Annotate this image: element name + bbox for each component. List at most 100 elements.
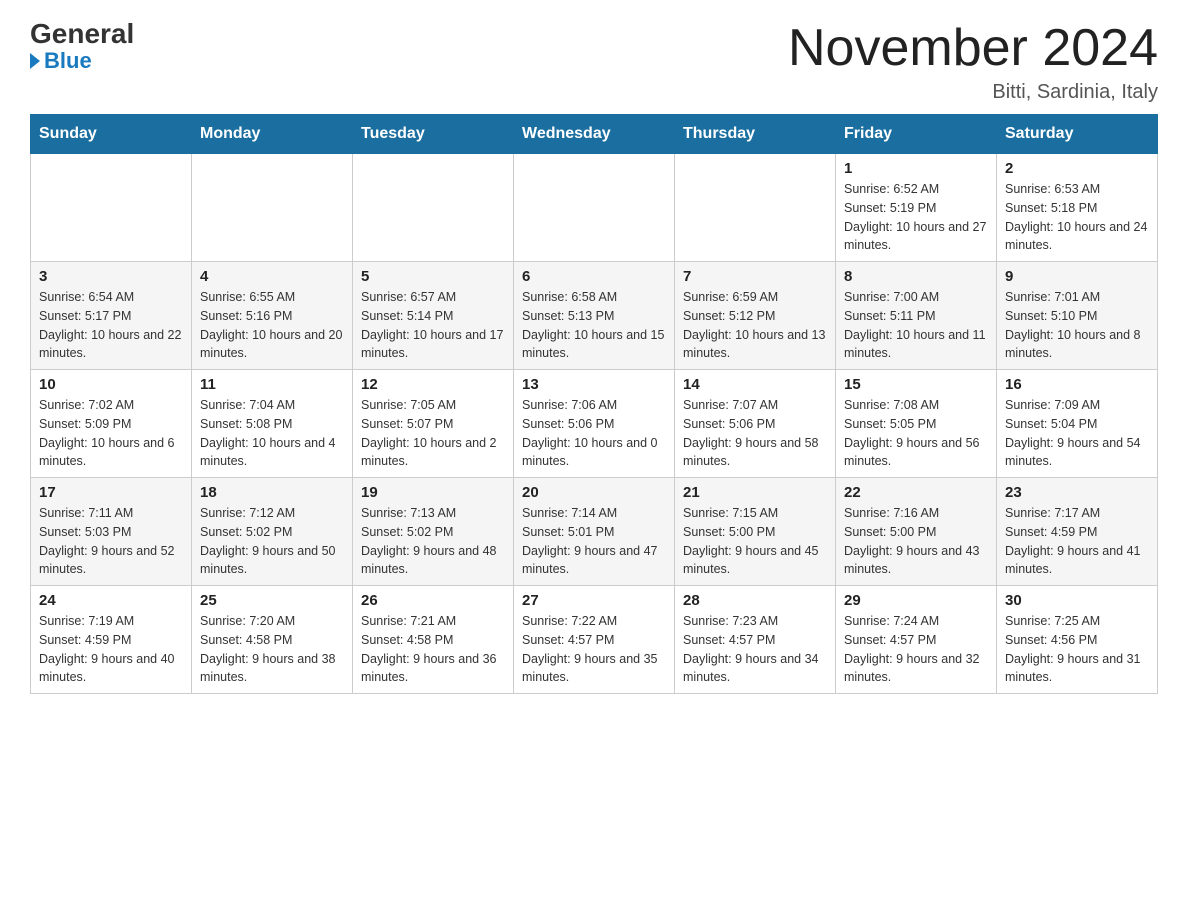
day-number: 5 — [361, 268, 505, 285]
day-number: 11 — [200, 376, 344, 393]
page-header: General Blue November 2024 Bitti, Sardin… — [30, 20, 1158, 104]
calendar-cell: 30 Sunrise: 7:25 AM Sunset: 4:56 PM Dayli… — [997, 586, 1158, 694]
day-number: 13 — [522, 376, 666, 393]
day-info: Sunrise: 7:20 AM Sunset: 4:58 PM Dayligh… — [200, 612, 344, 687]
calendar-cell: 7 Sunrise: 6:59 AM Sunset: 5:12 PM Daylig… — [675, 262, 836, 370]
calendar-cell: 15 Sunrise: 7:08 AM Sunset: 5:05 PM Dayli… — [836, 370, 997, 478]
calendar-cell: 26 Sunrise: 7:21 AM Sunset: 4:58 PM Dayli… — [353, 586, 514, 694]
day-number: 9 — [1005, 268, 1149, 285]
day-info: Sunrise: 7:19 AM Sunset: 4:59 PM Dayligh… — [39, 612, 183, 687]
day-info: Sunrise: 7:22 AM Sunset: 4:57 PM Dayligh… — [522, 612, 666, 687]
column-header-wednesday: Wednesday — [514, 115, 675, 154]
day-info: Sunrise: 7:06 AM Sunset: 5:06 PM Dayligh… — [522, 396, 666, 471]
day-info: Sunrise: 7:09 AM Sunset: 5:04 PM Dayligh… — [1005, 396, 1149, 471]
day-info: Sunrise: 7:00 AM Sunset: 5:11 PM Dayligh… — [844, 288, 988, 363]
calendar-cell: 4 Sunrise: 6:55 AM Sunset: 5:16 PM Daylig… — [192, 262, 353, 370]
column-header-monday: Monday — [192, 115, 353, 154]
day-number: 26 — [361, 592, 505, 609]
day-info: Sunrise: 7:14 AM Sunset: 5:01 PM Dayligh… — [522, 504, 666, 579]
day-info: Sunrise: 7:21 AM Sunset: 4:58 PM Dayligh… — [361, 612, 505, 687]
day-info: Sunrise: 7:13 AM Sunset: 5:02 PM Dayligh… — [361, 504, 505, 579]
day-info: Sunrise: 7:23 AM Sunset: 4:57 PM Dayligh… — [683, 612, 827, 687]
calendar-cell: 24 Sunrise: 7:19 AM Sunset: 4:59 PM Dayli… — [31, 586, 192, 694]
calendar-cell: 9Sunrise: 7:01 AM Sunset: 5:10 PM Daylig… — [997, 262, 1158, 370]
day-info: Sunrise: 6:53 AM Sunset: 5:18 PM Dayligh… — [1005, 180, 1149, 255]
day-info: Sunrise: 6:59 AM Sunset: 5:12 PM Dayligh… — [683, 288, 827, 363]
day-number: 19 — [361, 484, 505, 501]
day-info: Sunrise: 6:58 AM Sunset: 5:13 PM Dayligh… — [522, 288, 666, 363]
calendar-week-row: 10 Sunrise: 7:02 AM Sunset: 5:09 PM Dayli… — [31, 370, 1158, 478]
calendar-cell: 14Sunrise: 7:07 AM Sunset: 5:06 PM Dayli… — [675, 370, 836, 478]
logo: General Blue — [30, 20, 134, 74]
calendar-table: SundayMondayTuesdayWednesdayThursdayFrid… — [30, 114, 1158, 694]
day-info: Sunrise: 7:12 AM Sunset: 5:02 PM Dayligh… — [200, 504, 344, 579]
day-number: 30 — [1005, 592, 1149, 609]
day-number: 18 — [200, 484, 344, 501]
day-info: Sunrise: 7:02 AM Sunset: 5:09 PM Dayligh… — [39, 396, 183, 471]
day-number: 29 — [844, 592, 988, 609]
calendar-cell — [675, 154, 836, 262]
calendar-cell: 27 Sunrise: 7:22 AM Sunset: 4:57 PM Dayli… — [514, 586, 675, 694]
day-number: 1 — [844, 160, 988, 177]
calendar-cell: 22 Sunrise: 7:16 AM Sunset: 5:00 PM Dayli… — [836, 478, 997, 586]
day-number: 22 — [844, 484, 988, 501]
day-number: 23 — [1005, 484, 1149, 501]
calendar-cell: 17 Sunrise: 7:11 AM Sunset: 5:03 PM Dayli… — [31, 478, 192, 586]
location-label: Bitti, Sardinia, Italy — [788, 81, 1158, 104]
column-header-tuesday: Tuesday — [353, 115, 514, 154]
day-number: 3 — [39, 268, 183, 285]
calendar-cell: 18 Sunrise: 7:12 AM Sunset: 5:02 PM Dayli… — [192, 478, 353, 586]
day-info: Sunrise: 6:55 AM Sunset: 5:16 PM Dayligh… — [200, 288, 344, 363]
calendar-cell: 2Sunrise: 6:53 AM Sunset: 5:18 PM Daylig… — [997, 154, 1158, 262]
day-info: Sunrise: 7:24 AM Sunset: 4:57 PM Dayligh… — [844, 612, 988, 687]
day-number: 4 — [200, 268, 344, 285]
day-number: 17 — [39, 484, 183, 501]
day-info: Sunrise: 7:05 AM Sunset: 5:07 PM Dayligh… — [361, 396, 505, 471]
day-info: Sunrise: 7:08 AM Sunset: 5:05 PM Dayligh… — [844, 396, 988, 471]
day-info: Sunrise: 7:25 AM Sunset: 4:56 PM Dayligh… — [1005, 612, 1149, 687]
day-number: 25 — [200, 592, 344, 609]
day-number: 21 — [683, 484, 827, 501]
calendar-cell: 10 Sunrise: 7:02 AM Sunset: 5:09 PM Dayli… — [31, 370, 192, 478]
column-header-sunday: Sunday — [31, 115, 192, 154]
calendar-cell: 21Sunrise: 7:15 AM Sunset: 5:00 PM Dayli… — [675, 478, 836, 586]
day-number: 16 — [1005, 376, 1149, 393]
logo-arrow-icon — [30, 53, 40, 69]
day-info: Sunrise: 6:54 AM Sunset: 5:17 PM Dayligh… — [39, 288, 183, 363]
calendar-week-row: 3 Sunrise: 6:54 AM Sunset: 5:17 PM Daylig… — [31, 262, 1158, 370]
day-number: 20 — [522, 484, 666, 501]
day-info: Sunrise: 7:16 AM Sunset: 5:00 PM Dayligh… — [844, 504, 988, 579]
calendar-cell: 13 Sunrise: 7:06 AM Sunset: 5:06 PM Dayli… — [514, 370, 675, 478]
calendar-cell — [192, 154, 353, 262]
day-info: Sunrise: 7:17 AM Sunset: 4:59 PM Dayligh… — [1005, 504, 1149, 579]
day-number: 10 — [39, 376, 183, 393]
column-header-saturday: Saturday — [997, 115, 1158, 154]
day-info: Sunrise: 6:57 AM Sunset: 5:14 PM Dayligh… — [361, 288, 505, 363]
calendar-cell: 19 Sunrise: 7:13 AM Sunset: 5:02 PM Dayli… — [353, 478, 514, 586]
month-title: November 2024 — [788, 20, 1158, 77]
calendar-cell: 6 Sunrise: 6:58 AM Sunset: 5:13 PM Daylig… — [514, 262, 675, 370]
day-info: Sunrise: 7:11 AM Sunset: 5:03 PM Dayligh… — [39, 504, 183, 579]
calendar-cell: 20 Sunrise: 7:14 AM Sunset: 5:01 PM Dayli… — [514, 478, 675, 586]
day-number: 6 — [522, 268, 666, 285]
calendar-cell: 8Sunrise: 7:00 AM Sunset: 5:11 PM Daylig… — [836, 262, 997, 370]
calendar-cell — [353, 154, 514, 262]
column-header-friday: Friday — [836, 115, 997, 154]
calendar-cell: 12 Sunrise: 7:05 AM Sunset: 5:07 PM Dayli… — [353, 370, 514, 478]
day-info: Sunrise: 7:07 AM Sunset: 5:06 PM Dayligh… — [683, 396, 827, 471]
day-number: 15 — [844, 376, 988, 393]
logo-blue-label: Blue — [44, 48, 92, 74]
calendar-cell: 16 Sunrise: 7:09 AM Sunset: 5:04 PM Dayli… — [997, 370, 1158, 478]
day-number: 27 — [522, 592, 666, 609]
calendar-cell — [514, 154, 675, 262]
calendar-cell: 28Sunrise: 7:23 AM Sunset: 4:57 PM Dayli… — [675, 586, 836, 694]
calendar-cell: 1Sunrise: 6:52 AM Sunset: 5:19 PM Daylig… — [836, 154, 997, 262]
calendar-week-row: 1Sunrise: 6:52 AM Sunset: 5:19 PM Daylig… — [31, 154, 1158, 262]
day-number: 24 — [39, 592, 183, 609]
calendar-week-row: 24 Sunrise: 7:19 AM Sunset: 4:59 PM Dayli… — [31, 586, 1158, 694]
day-number: 7 — [683, 268, 827, 285]
column-header-thursday: Thursday — [675, 115, 836, 154]
calendar-cell: 25 Sunrise: 7:20 AM Sunset: 4:58 PM Dayli… — [192, 586, 353, 694]
day-number: 12 — [361, 376, 505, 393]
calendar-cell: 29 Sunrise: 7:24 AM Sunset: 4:57 PM Dayli… — [836, 586, 997, 694]
